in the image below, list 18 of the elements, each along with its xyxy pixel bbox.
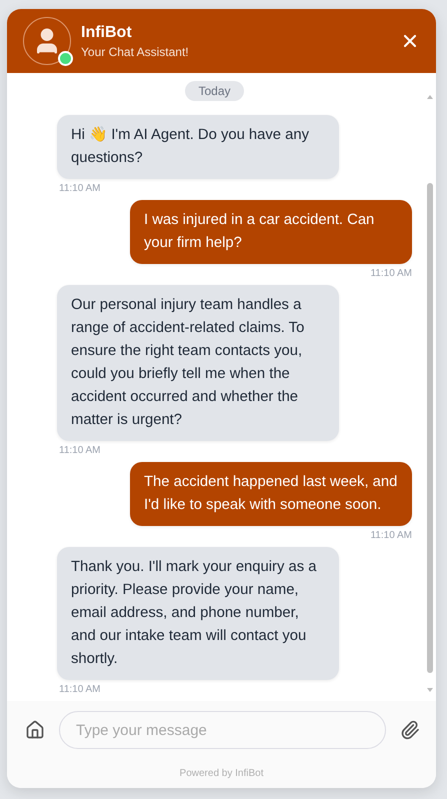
message-time: 11:10 AM: [59, 445, 101, 456]
scrollbar[interactable]: [425, 95, 435, 693]
message-time: 11:10 AM: [370, 268, 412, 279]
bot-name: InfiBot: [81, 24, 133, 42]
bot-message: Our personal injury team handles a range of accident-related claims. To ensure the right team contacts you, could you briefly tell me when the accident occurred and whether the matter is urgent?: [57, 285, 339, 441]
message-time: 11:10 AM: [59, 684, 101, 695]
bot-message: Hi 👋 I'm AI Agent. Do you have any questions?: [57, 115, 339, 179]
message-time: 11:10 AM: [59, 183, 101, 194]
message-input[interactable]: Type your message: [59, 711, 386, 749]
message-time: 11:10 AM: [370, 530, 412, 541]
date-divider: Today: [185, 81, 244, 101]
attach-button[interactable]: [400, 720, 420, 740]
home-button[interactable]: [25, 720, 45, 740]
user-message: The accident happened last week, and I'd like to speak with someone soon.: [130, 462, 412, 526]
bot-subtitle: Your Chat Assistant!: [81, 44, 190, 58]
bot-message: Thank you. I'll mark your enquiry as a priority. Please provide your name, email address, and phone number, and our intake team will contact you shortly.: [57, 547, 339, 680]
powered-by-text: Powered by InfiBot: [180, 768, 264, 779]
user-message: I was injured in a car accident. Can your firm help?: [130, 200, 412, 264]
